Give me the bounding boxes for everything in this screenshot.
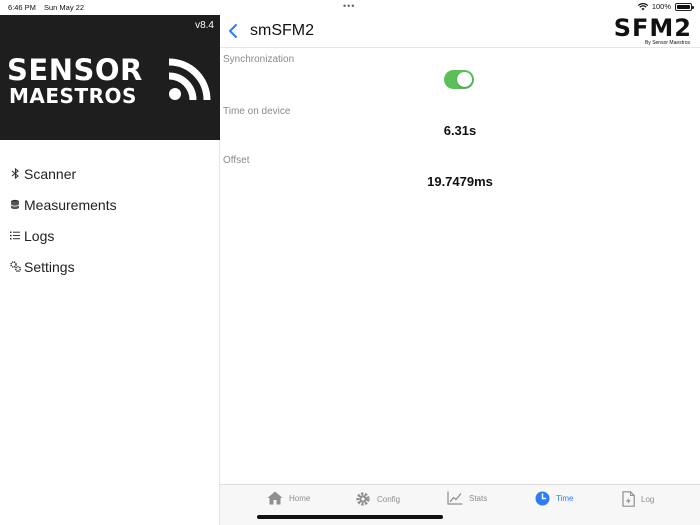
tab-label: Log (641, 494, 655, 504)
home-indicator[interactable] (257, 515, 443, 519)
toggle-knob (457, 72, 472, 87)
nav-header: smSFM2 SFM2 By Sensor Maestros (220, 14, 700, 48)
gears-icon (9, 261, 21, 273)
list-icon (9, 230, 21, 242)
logo-banner: v8.4 SENSOR MAESTROS (0, 15, 220, 140)
sidebar-item-label: Scanner (24, 165, 77, 182)
brand-logo-text: SFM2 (613, 14, 692, 42)
status-time: 6:46 PM (8, 3, 36, 12)
back-chevron-icon[interactable] (226, 22, 242, 40)
bluetooth-icon (9, 168, 21, 180)
sidebar-item-settings[interactable]: Settings (0, 251, 220, 282)
status-date: Sun May 22 (44, 3, 85, 12)
sidebar-item-label: Measurements (24, 196, 117, 213)
brand-logo-subtitle: By Sensor Maestros (644, 40, 690, 46)
status-bar: 6:46 PM Sun May 22 ••• 100% (0, 0, 700, 15)
sync-label: Synchronization (223, 54, 295, 65)
wifi-icon (637, 2, 648, 10)
multitasking-dots-icon[interactable]: ••• (343, 2, 355, 11)
app-version: v8.4 (195, 20, 214, 31)
tab-label: Stats (469, 493, 488, 503)
battery-icon (675, 2, 694, 11)
line-chart-icon (447, 491, 463, 505)
clock-icon (535, 491, 550, 506)
app-window: 6:46 PM Sun May 22 ••• 100% v8.4 SENSOR … (0, 0, 700, 525)
brand-logo: SFM2 By Sensor Maestros (612, 14, 692, 47)
tab-label: Config (377, 494, 401, 504)
home-icon (267, 491, 283, 505)
offset-value: 19.7479ms (427, 174, 493, 189)
database-icon (9, 199, 21, 211)
sidebar-item-label: Settings (24, 258, 75, 275)
battery-percent: 100% (651, 2, 671, 11)
time-value: 6.31s (443, 123, 477, 138)
tab-home[interactable]: Home (267, 491, 310, 505)
tab-stats[interactable]: Stats (447, 491, 487, 505)
logo-text-sensor: SENSOR (7, 53, 143, 87)
tab-config[interactable]: Config (355, 491, 400, 507)
sidebar-item-measurements[interactable]: Measurements (0, 189, 220, 220)
document-icon (622, 491, 635, 507)
sync-toggle[interactable] (444, 70, 474, 89)
sidebar-item-scanner[interactable]: Scanner (0, 158, 220, 189)
tab-label: Time (556, 494, 574, 503)
sidebar-item-logs[interactable]: Logs (0, 220, 220, 251)
offset-label: Offset (223, 155, 250, 166)
sidebar-item-label: Logs (24, 227, 55, 244)
time-label: Time on device (223, 106, 291, 117)
logo-text-maestros: MAESTROS (9, 84, 137, 108)
tab-time[interactable]: Time (535, 491, 573, 506)
signal-waves-icon (168, 58, 211, 101)
gear-icon (356, 492, 370, 506)
sidebar: v8.4 SENSOR MAESTROS Scanner Measurement… (0, 15, 220, 525)
page-title: smSFM2 (250, 22, 314, 39)
tab-log[interactable]: Log (622, 491, 654, 507)
sidebar-menu: Scanner Measurements Logs Settings (0, 158, 220, 282)
tab-label: Home (289, 493, 311, 503)
status-right: 100% (637, 2, 694, 11)
